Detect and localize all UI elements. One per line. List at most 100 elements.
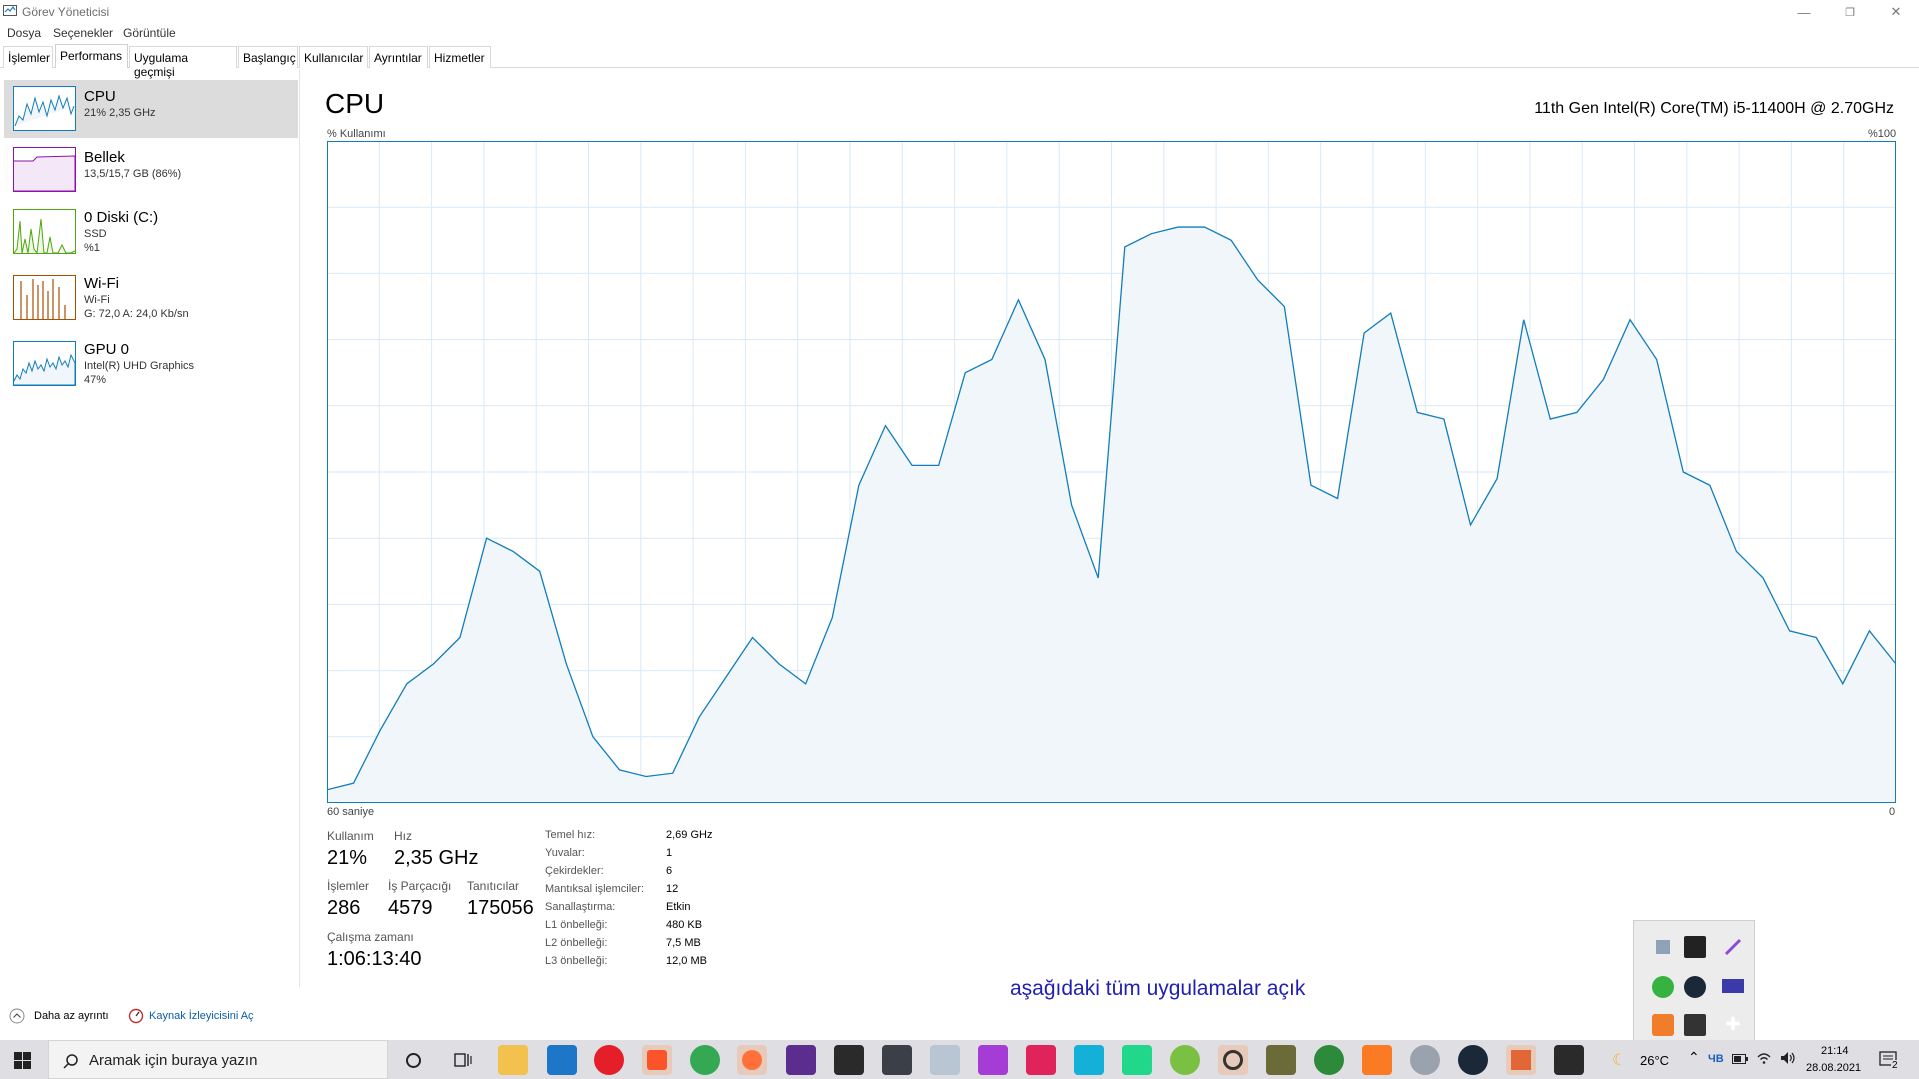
add-icon[interactable]: ✚ xyxy=(1722,1014,1744,1036)
sidebar-cpu-name: CPU xyxy=(84,88,116,105)
epic-launcher-icon[interactable] xyxy=(1554,1045,1584,1075)
resource-monitor-link[interactable]: Kaynak İzleyicisini Aç xyxy=(149,1010,254,1022)
disk-thumbnail xyxy=(13,209,76,254)
restore-button[interactable]: ❐ xyxy=(1827,0,1873,24)
tab-baslangic[interactable]: Başlangıç xyxy=(238,46,298,68)
keyboard-language[interactable]: ЧВ xyxy=(1708,1053,1724,1065)
window-title: Görev Yöneticisi xyxy=(22,5,110,19)
steam-tray-icon[interactable] xyxy=(1684,976,1706,998)
weather-moon-icon: ☾ xyxy=(1612,1052,1627,1069)
menu-bar: Dosya Seçenekler Görüntüle xyxy=(0,24,600,42)
threads-label: İş Parçacığı xyxy=(388,879,452,893)
brave-icon[interactable] xyxy=(642,1045,672,1075)
detail-value: 12 xyxy=(666,883,679,895)
xampp-tray-icon[interactable] xyxy=(1652,1014,1674,1036)
pycharm-icon[interactable] xyxy=(1122,1045,1152,1075)
task-view-icon[interactable] xyxy=(454,1052,472,1069)
detail-value: 2,69 GHz xyxy=(666,829,713,841)
utorrent-icon[interactable] xyxy=(1170,1045,1200,1075)
handles-label: Tanıtıcılar xyxy=(467,879,520,893)
purple-app-icon[interactable] xyxy=(786,1045,816,1075)
sidebar-disk-name: 0 Diski (C:) xyxy=(84,209,159,226)
pen-tray-icon[interactable] xyxy=(1722,936,1744,958)
steam-icon[interactable] xyxy=(1458,1045,1488,1075)
chevron-up-icon[interactable]: ⌃ xyxy=(1688,1049,1700,1066)
page-title: CPU xyxy=(325,88,385,119)
sidebar-item-cpu[interactable]: CPU 21% 2,35 GHz xyxy=(4,80,298,138)
minimize-button[interactable]: — xyxy=(1781,0,1827,24)
usage-label: Kullanım xyxy=(327,829,374,843)
utorrent-tray-icon[interactable] xyxy=(1652,976,1674,998)
cortana-icon[interactable] xyxy=(405,1052,422,1069)
usage-value: 21% xyxy=(327,847,368,869)
sidebar-item-wifi[interactable]: Wi-Fi Wi-Fi G: 72,0 A: 24,0 Kb/sn xyxy=(4,268,298,328)
image-app-icon[interactable] xyxy=(930,1045,960,1075)
task-manager-icon xyxy=(3,5,17,16)
firefox-icon[interactable] xyxy=(737,1045,767,1075)
menu-secenekler[interactable]: Seçenekler xyxy=(53,26,113,40)
sidebar-item-memory[interactable]: Bellek 13,5/15,7 GB (86%) xyxy=(4,142,298,196)
sidebar-memory-name: Bellek xyxy=(84,149,125,166)
mail-icon[interactable] xyxy=(547,1045,577,1075)
app-tray-icon[interactable] xyxy=(1656,940,1670,954)
ubisoft-icon[interactable] xyxy=(1218,1045,1248,1075)
speed-value: 2,35 GHz xyxy=(394,847,479,869)
sidebar-item-disk[interactable]: 0 Diski (C:) SSD %1 xyxy=(4,202,298,262)
webstorm-icon[interactable] xyxy=(1074,1045,1104,1075)
detail-value: 1 xyxy=(666,847,673,859)
wifi-icon[interactable] xyxy=(1756,1051,1772,1065)
matlab-icon[interactable] xyxy=(1506,1045,1536,1075)
tab-performans[interactable]: Performans xyxy=(55,44,128,68)
file-explorer-icon[interactable] xyxy=(498,1045,528,1075)
terminal-icon[interactable] xyxy=(1266,1045,1296,1075)
detail-value: 12,0 MB xyxy=(666,955,707,967)
menu-goruntule[interactable]: Görüntüle xyxy=(123,26,176,40)
sidebar-memory-sub: 13,5/15,7 GB (86%) xyxy=(84,168,182,180)
windows-start-icon[interactable] xyxy=(14,1052,31,1069)
detail-value: 480 KB xyxy=(666,919,703,931)
tab-islemler[interactable]: İşlemler xyxy=(3,46,53,68)
weather-temp[interactable]: 26°C xyxy=(1640,1053,1669,1068)
fewer-details-link[interactable]: Daha az ayrıntı xyxy=(34,1010,109,1022)
battery-icon[interactable] xyxy=(1732,1054,1748,1064)
xampp-icon[interactable] xyxy=(1362,1045,1392,1075)
resource-sidebar: CPU 21% 2,35 GHz Bellek 13,5/15,7 GB (86… xyxy=(0,69,300,987)
sidebar-item-gpu[interactable]: GPU 0 Intel(R) UHD Graphics 47% xyxy=(4,334,298,394)
sidebar-gpu-usage: 47% xyxy=(84,374,107,386)
cpu-usage-graph xyxy=(327,141,1896,803)
annotation-text: aşağıdaki tüm uygulamalar açık xyxy=(1010,977,1306,1000)
tab-hizmetler[interactable]: Hizmetler xyxy=(429,46,491,68)
memory-thumbnail xyxy=(13,147,76,192)
resource-monitor-icon xyxy=(128,1008,144,1024)
taskbar-search[interactable]: Aramak için buraya yazın xyxy=(48,1040,388,1079)
clock-date[interactable]: 28.08.2021 xyxy=(1806,1062,1861,1074)
detail-label: L1 önbelleği: xyxy=(545,919,608,931)
uptime-value: 1:06:13:40 xyxy=(327,948,422,970)
menu-dosya[interactable]: Dosya xyxy=(7,26,41,40)
search-icon xyxy=(63,1054,78,1069)
monitor-tray-icon[interactable] xyxy=(1684,1014,1706,1036)
settings-gear-icon[interactable] xyxy=(1410,1045,1440,1075)
intellij-icon[interactable] xyxy=(1026,1045,1056,1075)
tab-ayrintilar[interactable]: Ayrıntılar xyxy=(369,46,428,68)
close-button[interactable]: ✕ xyxy=(1873,0,1919,24)
phpstorm-icon[interactable] xyxy=(978,1045,1008,1075)
gpu-thumbnail xyxy=(13,341,76,386)
detail-label: Temel hız: xyxy=(545,829,596,841)
clock-time[interactable]: 21:14 xyxy=(1821,1045,1849,1057)
detail-label: Mantıksal işlemciler: xyxy=(545,883,645,895)
volume-icon[interactable] xyxy=(1780,1051,1796,1065)
tab-uygulama-gecmisi[interactable]: Uygulama geçmişi xyxy=(129,46,237,79)
display-tray-icon[interactable] xyxy=(1722,979,1744,993)
epic-games-tray-icon[interactable] xyxy=(1684,936,1706,958)
chrome-icon[interactable] xyxy=(690,1045,720,1075)
detail-label: L3 önbelleği: xyxy=(545,955,608,967)
unity-icon[interactable] xyxy=(882,1045,912,1075)
epic-games-icon[interactable] xyxy=(834,1045,864,1075)
tab-kullanicilar[interactable]: Kullanıcılar xyxy=(299,46,368,68)
sidebar-wifi-sub: Wi-Fi xyxy=(84,294,110,306)
speed-label: Hız xyxy=(394,829,412,843)
xbox-icon[interactable] xyxy=(1314,1045,1344,1075)
opera-icon[interactable] xyxy=(594,1045,624,1075)
chevron-up-icon[interactable] xyxy=(9,1008,25,1024)
